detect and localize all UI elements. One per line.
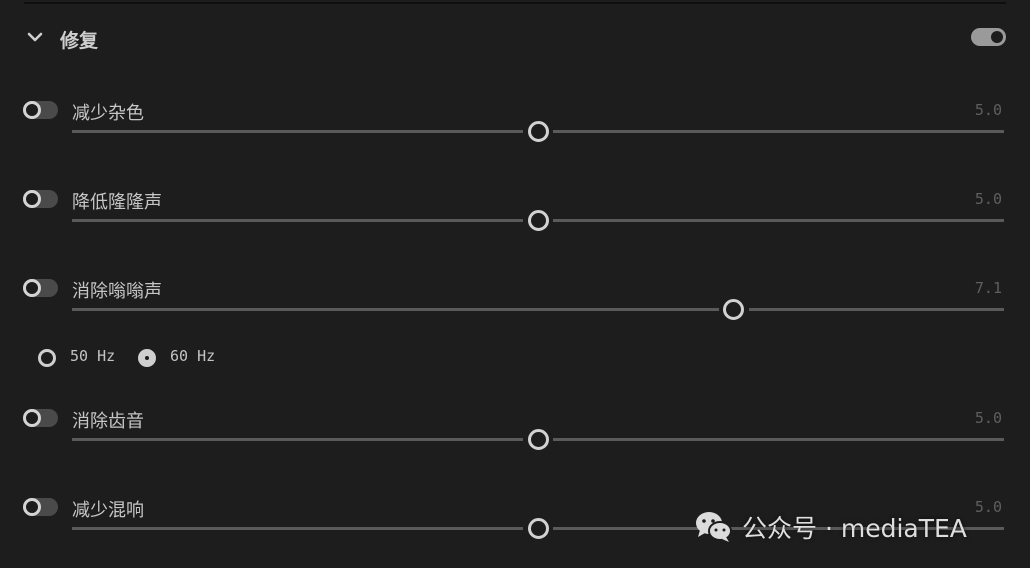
watermark-text: 公众号 · mediaTEA	[742, 514, 967, 543]
value-de-ess[interactable]: 5.0	[975, 409, 1002, 427]
section-divider	[24, 2, 1006, 4]
control-row-dehum: 消除嗡嗡声 7.1	[0, 279, 1030, 329]
control-row-de-ess: 消除齿音 5.0	[0, 409, 1030, 459]
toggle-knob	[23, 190, 41, 208]
slider-track-left	[72, 308, 719, 311]
slider-track-left	[72, 130, 523, 133]
radio-circle	[138, 349, 156, 367]
slider-track-left	[72, 438, 523, 441]
label-dehum: 消除嗡嗡声	[72, 281, 162, 302]
toggle-knob	[23, 279, 41, 297]
radio-circle	[38, 349, 56, 367]
watermark: 公众号 · mediaTEA	[690, 506, 1010, 546]
slider-track-left	[72, 527, 523, 530]
section-header-repair[interactable]: 修复	[0, 20, 1030, 56]
label-reduce-reverb: 减少混响	[72, 500, 144, 521]
slider-dehum[interactable]	[72, 299, 1004, 320]
toggle-reduce-noise[interactable]	[23, 101, 58, 119]
radio-label-50hz: 50 Hz	[70, 347, 116, 365]
control-row-reduce-rumble: 降低隆隆声 5.0	[0, 190, 1030, 240]
slider-thumb[interactable]	[527, 121, 549, 142]
slider-track-right	[748, 308, 1004, 311]
toggle-knob	[23, 409, 41, 427]
slider-track-right	[553, 130, 1004, 133]
section-title: 修复	[60, 30, 99, 52]
value-reduce-noise[interactable]: 5.0	[975, 101, 1002, 119]
value-dehum[interactable]: 7.1	[975, 279, 1002, 297]
radio-label-60hz: 60 Hz	[170, 347, 216, 365]
toggle-knob	[23, 498, 41, 516]
slider-de-ess[interactable]	[72, 429, 1004, 450]
label-reduce-noise: 减少杂色	[72, 103, 144, 124]
slider-track-right	[553, 438, 1004, 441]
slider-reduce-noise[interactable]	[72, 121, 1004, 142]
slider-thumb[interactable]	[527, 429, 549, 450]
slider-thumb[interactable]	[723, 299, 745, 320]
toggle-knob	[991, 31, 1003, 43]
toggle-de-ess[interactable]	[23, 409, 58, 427]
control-row-reduce-noise: 减少杂色 5.0	[0, 101, 1030, 151]
slider-thumb[interactable]	[527, 210, 549, 231]
value-reduce-rumble[interactable]: 5.0	[975, 190, 1002, 208]
slider-reduce-rumble[interactable]	[72, 210, 1004, 231]
label-de-ess: 消除齿音	[72, 411, 144, 432]
section-enable-toggle[interactable]	[971, 28, 1006, 46]
label-reduce-rumble: 降低隆隆声	[72, 192, 162, 213]
toggle-dehum[interactable]	[23, 279, 58, 297]
chevron-down-icon[interactable]	[26, 28, 44, 46]
slider-track-right	[553, 219, 1004, 222]
slider-thumb[interactable]	[527, 518, 549, 539]
toggle-reduce-reverb[interactable]	[23, 498, 58, 516]
slider-track-left	[72, 219, 523, 222]
toggle-knob	[23, 101, 41, 119]
toggle-reduce-rumble[interactable]	[23, 190, 58, 208]
wechat-icon	[696, 512, 732, 542]
